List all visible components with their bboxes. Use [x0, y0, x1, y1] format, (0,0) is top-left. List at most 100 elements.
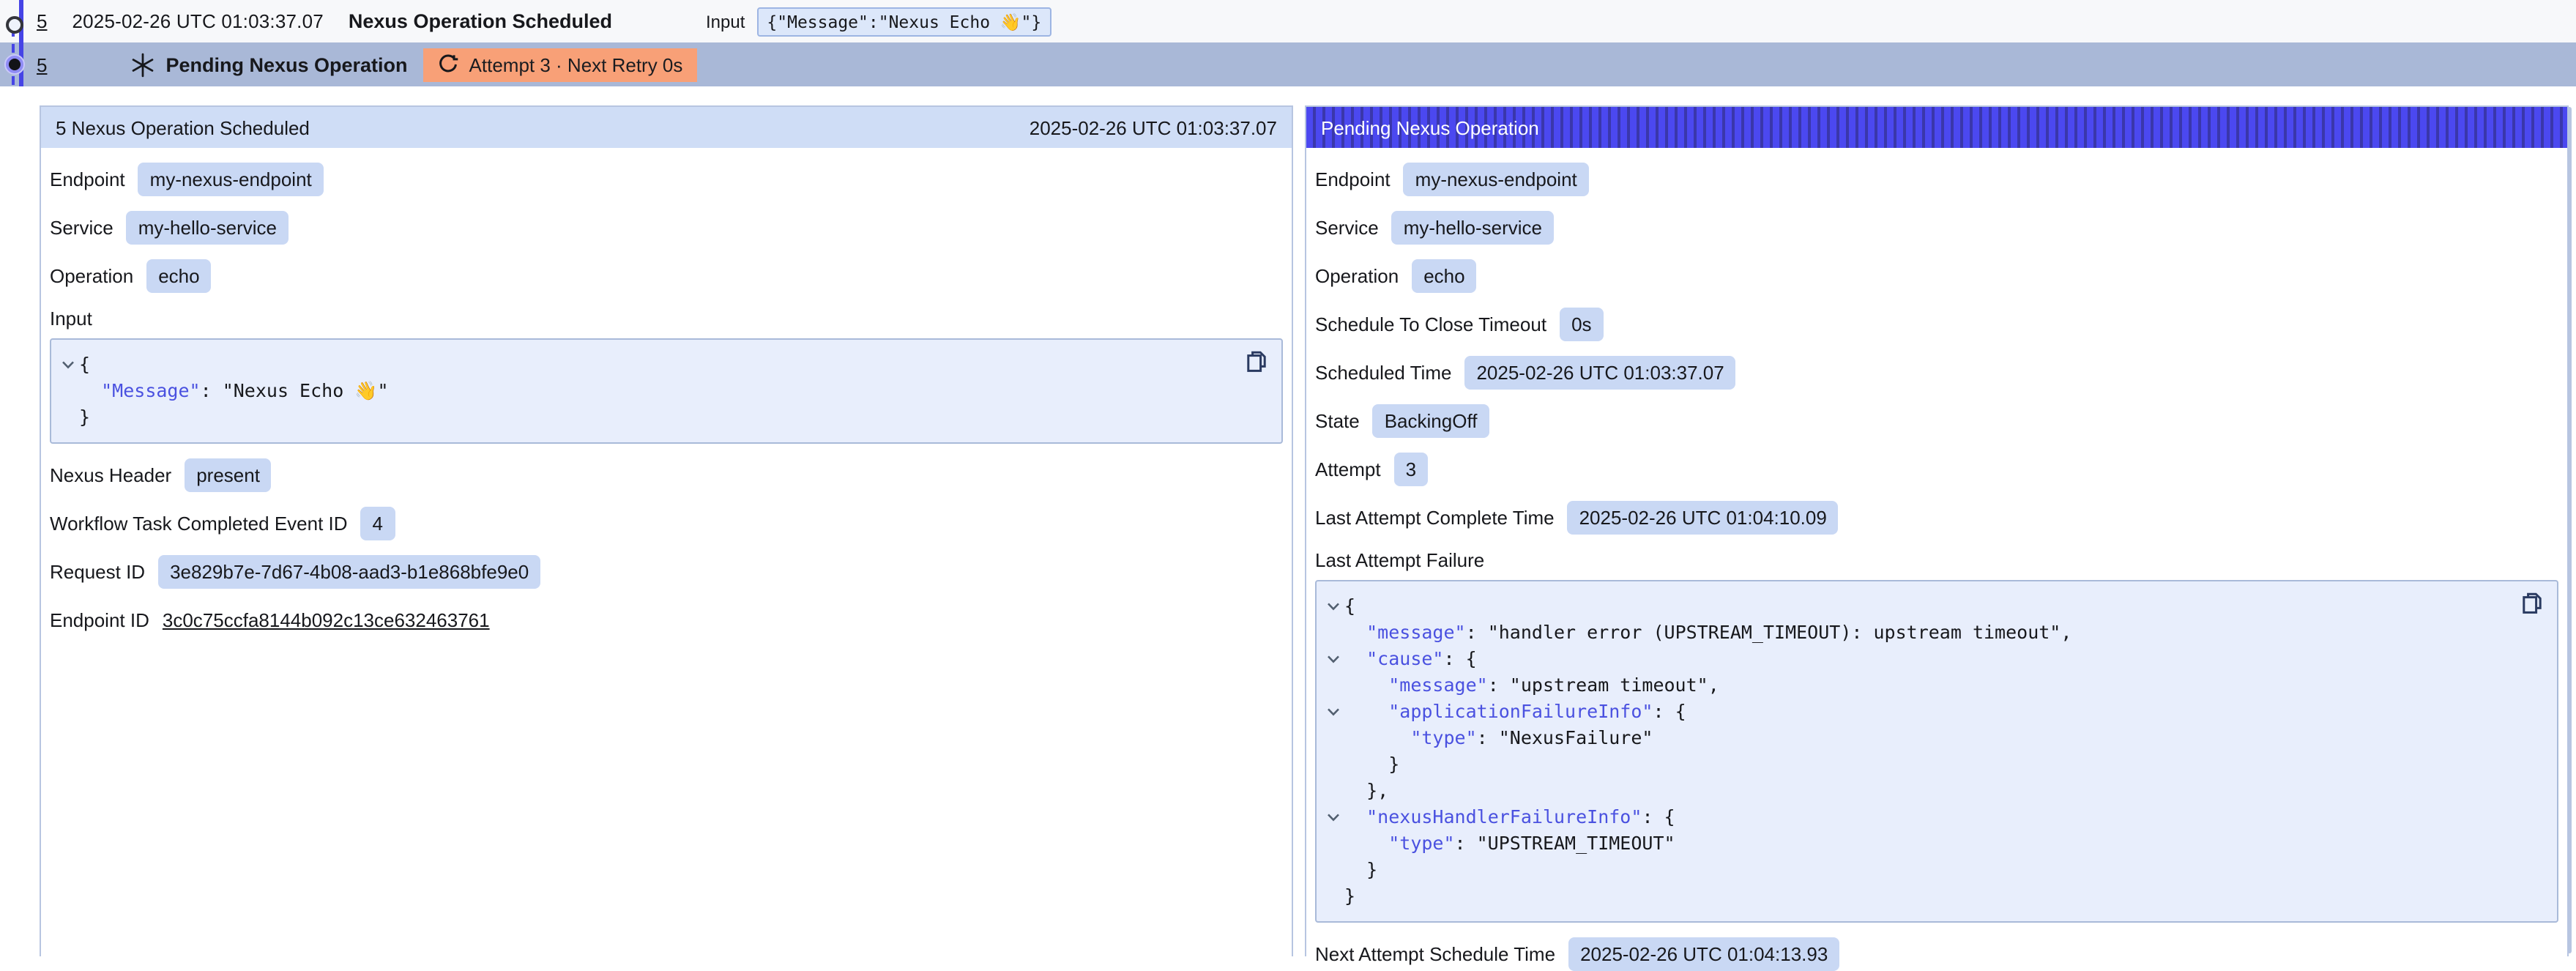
field-value-badge: 2025-02-26 UTC 01:04:10.09	[1568, 500, 1839, 534]
field-label: Operation	[50, 264, 133, 286]
field-row: Scheduled Time 2025-02-26 UTC 01:03:37.07	[1315, 354, 2558, 390]
retry-badge-label: Attempt 3 · Next Retry 0s	[469, 53, 683, 75]
timeline-node-open-icon	[6, 16, 23, 34]
field-label: Nexus Header	[50, 464, 171, 485]
field-label: Last Attempt Complete Time	[1315, 506, 1555, 528]
field-row: Nexus Header present	[50, 457, 1283, 492]
field-row: Next Attempt Schedule Time 2025-02-26 UTC…	[1315, 936, 2558, 971]
field-row: Schedule To Close Timeout 0s	[1315, 306, 2558, 341]
field-value-badge: 0s	[1560, 307, 1603, 341]
collapse-chevron-icon[interactable]	[1322, 602, 1344, 611]
field-label: Endpoint	[1315, 168, 1391, 190]
event-title: Nexus Operation Scheduled	[349, 10, 612, 32]
field-row: Endpoint ID 3c0c75ccfa8144b092c13ce632463…	[50, 602, 1283, 637]
event-timestamp: 2025-02-26 UTC 01:03:37.07	[72, 10, 323, 32]
pending-operation-header: Pending Nexus Operation	[1306, 107, 2567, 148]
copy-button[interactable]	[2519, 592, 2544, 617]
field-row: Operation echo	[50, 258, 1283, 293]
json-line: "type": "NexusFailure"	[1322, 725, 2513, 751]
copy-button[interactable]	[1243, 350, 1268, 375]
field-value-badge: BackingOff	[1373, 403, 1489, 437]
field-row: Endpointmy-nexus-endpoint	[1315, 161, 2558, 196]
event-id-link[interactable]: 5	[37, 53, 47, 75]
event-detail-fields-secondary: Nexus Header present Workflow Task Complet…	[50, 457, 1283, 637]
field-row: Servicemy-hello-service	[50, 209, 1283, 245]
collapse-chevron-icon[interactable]	[1322, 813, 1344, 822]
event-row-pending-nexus-operation[interactable]: 5 Pending Nexus Operation Attempt 3 · Ne…	[0, 42, 2576, 86]
field-label: Workflow Task Completed Event ID	[50, 512, 348, 534]
last-attempt-failure-label: Last Attempt Failure	[1315, 549, 2558, 571]
pending-operation-header-title: Pending Nexus Operation	[1321, 116, 1539, 138]
field-value-badge: 2025-02-26 UTC 01:04:13.93	[1568, 937, 1839, 970]
field-label: Service	[1315, 216, 1379, 238]
json-line: }	[57, 404, 1237, 431]
event-title: Pending Nexus Operation	[165, 53, 407, 75]
field-value-badge: 3e829b7e-7d67-4b08-aad3-b1e868bfe9e0	[158, 554, 540, 588]
input-value-chip[interactable]: {"Message":"Nexus Echo 👋"}	[756, 7, 1051, 36]
field-label: Next Attempt Schedule Time	[1315, 942, 1555, 964]
input-label: Input	[706, 11, 745, 31]
json-line: }	[1322, 883, 2513, 909]
field-label: State	[1315, 409, 1360, 431]
field-label: Endpoint	[50, 168, 125, 190]
json-line: {	[57, 351, 1237, 378]
failure-json-viewer: { "message": "handler error (UPSTREAM_TI…	[1315, 580, 2558, 923]
field-row: Request ID 3e829b7e-7d67-4b08-aad3-b1e868…	[50, 554, 1283, 589]
pending-operation-panel: Pending Nexus Operation Endpointmy-nexus…	[1305, 105, 2569, 956]
field-row: Last Attempt Complete Time 2025-02-26 UTC…	[1315, 499, 2558, 535]
json-line: }	[1322, 751, 2513, 778]
field-label: Endpoint ID	[50, 609, 149, 630]
json-line: }	[1322, 857, 2513, 883]
field-row: Service my-hello-service	[1315, 209, 2558, 245]
field-label: Schedule To Close Timeout	[1315, 313, 1546, 335]
field-value-badge: my-hello-service	[1392, 210, 1554, 244]
retry-status-badge: Attempt 3 · Next Retry 0s	[424, 48, 698, 81]
field-value-badge: 3	[1394, 452, 1428, 485]
field-label: Request ID	[50, 560, 145, 582]
field-label: Attempt	[1315, 458, 1381, 480]
input-section-label: Input	[50, 308, 1283, 330]
json-line: "applicationFailureInfo": {	[1322, 699, 2513, 725]
json-line: {	[1322, 593, 2513, 620]
field-row: State BackingOff	[1315, 403, 2558, 438]
field-value-badge: 2025-02-26 UTC 01:03:37.07	[1464, 355, 1735, 389]
field-row: Endpoint my-nexus-endpoint	[50, 161, 1283, 196]
json-content: { "message": "handler error (UPSTREAM_TI…	[1322, 593, 2513, 909]
field-value-link[interactable]: 3c0c75ccfa8144b092c13ce632463761	[163, 609, 490, 630]
field-value-badge: echo	[146, 258, 211, 292]
field-value-badge: echo	[1412, 258, 1476, 292]
event-detail-panel: 5 Nexus Operation Scheduled 2025-02-26 U…	[40, 105, 1293, 956]
timeline-node-current-icon	[6, 56, 23, 73]
field-row: Attempt 3	[1315, 451, 2558, 486]
field-value-badge: present	[185, 458, 272, 491]
json-content: { "Message": "Nexus Echo 👋"}	[57, 351, 1237, 431]
json-line: "message": "upstream timeout",	[1322, 672, 2513, 699]
pending-operation-fields: Endpointmy-nexus-endpoint Service my-hello…	[1315, 161, 2558, 535]
pending-operation-body: Endpointmy-nexus-endpoint Service my-hello…	[1306, 161, 2567, 971]
event-detail-body: Endpoint my-nexus-endpoint Servicemy-hello…	[41, 161, 1292, 637]
event-id-link[interactable]: 5	[37, 10, 47, 32]
input-json-viewer: { "Message": "Nexus Echo 👋"}	[50, 338, 1283, 444]
field-value-badge: my-hello-service	[127, 210, 289, 244]
timeline-active-bar	[19, 0, 23, 86]
json-line: "Message": "Nexus Echo 👋"	[57, 378, 1237, 404]
pending-spinner-icon	[130, 52, 155, 77]
vertical-scrollbar[interactable]	[2567, 107, 2572, 953]
collapse-chevron-icon[interactable]	[57, 360, 79, 369]
event-row-nexus-operation-scheduled[interactable]: 5 2025-02-26 UTC 01:03:37.07 Nexus Opera…	[0, 0, 2576, 42]
event-detail-header: 5 Nexus Operation Scheduled 2025-02-26 U…	[41, 107, 1292, 148]
field-value-badge: my-nexus-endpoint	[138, 162, 324, 196]
copy-icon	[2520, 592, 2543, 615]
json-line: "type": "UPSTREAM_TIMEOUT"	[1322, 830, 2513, 857]
event-detail-fields: Endpoint my-nexus-endpoint Servicemy-hello…	[50, 161, 1283, 293]
retry-icon	[439, 54, 459, 75]
field-row: Workflow Task Completed Event ID 4	[50, 505, 1283, 540]
collapse-chevron-icon[interactable]	[1322, 655, 1344, 663]
field-value-badge: 4	[361, 506, 395, 540]
field-label: Scheduled Time	[1315, 361, 1451, 383]
copy-icon	[1244, 350, 1267, 373]
json-line: "nexusHandlerFailureInfo": {	[1322, 804, 2513, 830]
field-row: Operationecho	[1315, 258, 2558, 293]
collapse-chevron-icon[interactable]	[1322, 707, 1344, 716]
event-detail-header-time: 2025-02-26 UTC 01:03:37.07	[1030, 116, 1277, 138]
